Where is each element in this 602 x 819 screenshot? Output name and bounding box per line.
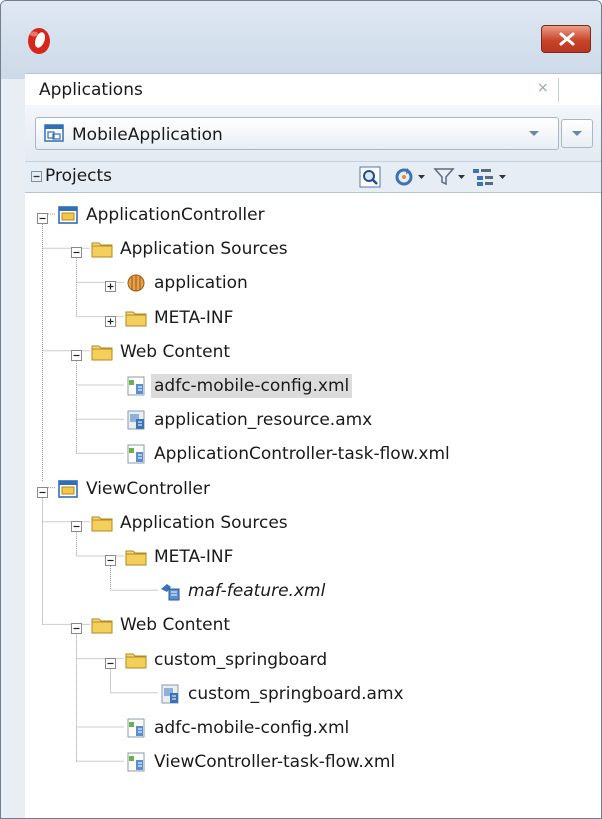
collapse-icon[interactable] xyxy=(71,619,82,635)
tree-node-label: ViewController-task-flow.xml xyxy=(154,752,396,773)
working-set-icon[interactable] xyxy=(471,166,511,188)
folder-icon xyxy=(125,547,147,567)
tree-node[interactable]: Web Content xyxy=(25,338,601,368)
tree-node-label: Application Sources xyxy=(120,239,288,260)
tree-node[interactable]: ApplicationController-task-flow.xml xyxy=(25,440,601,470)
collapse-icon[interactable] xyxy=(105,551,116,566)
find-icon[interactable] xyxy=(359,166,381,188)
applications-window: Applications × MobileApplication Project… xyxy=(0,0,602,819)
tree-node-label: ApplicationController xyxy=(86,205,265,225)
oracle-logo-icon xyxy=(28,28,50,54)
tree-node-label: custom_springboard xyxy=(154,649,328,670)
application-dropdown[interactable]: MobileApplication xyxy=(35,117,559,150)
application-name: MobileApplication xyxy=(72,125,223,145)
application-menu-button[interactable] xyxy=(561,119,593,148)
folder-icon xyxy=(91,513,113,533)
collapse-icon[interactable] xyxy=(37,209,48,224)
tree-node-label: META-INF xyxy=(154,547,234,567)
tree-node-label: adfc-mobile-config.xml xyxy=(151,374,353,398)
tree-node[interactable]: Web Content xyxy=(25,611,601,641)
expand-icon[interactable] xyxy=(105,277,116,293)
feature-file-icon xyxy=(159,581,181,601)
folder-icon xyxy=(91,615,113,635)
package-icon xyxy=(125,273,147,293)
filter-icon[interactable] xyxy=(433,166,469,188)
amx-file-icon xyxy=(125,410,147,430)
folder-icon xyxy=(91,239,113,259)
tree-node[interactable]: maf-feature.xml xyxy=(25,577,601,607)
tree-node[interactable]: META-INF xyxy=(25,543,601,573)
tree-node-label: ViewController xyxy=(86,478,210,499)
tree-node[interactable]: adfc-mobile-config.xml xyxy=(25,372,601,402)
collapse-panel-icon[interactable] xyxy=(31,171,42,182)
projects-label: Projects xyxy=(45,166,113,186)
tree-node[interactable]: Application Sources xyxy=(25,235,601,265)
applications-tab[interactable]: Applications × xyxy=(25,73,601,106)
tree-node-label: custom_springboard.amx xyxy=(188,683,404,704)
projects-header: Projects xyxy=(25,161,601,193)
folder-icon xyxy=(125,308,147,328)
tree-node[interactable]: application xyxy=(25,269,601,299)
sync-icon[interactable] xyxy=(393,166,429,188)
tree-node-label: META-INF xyxy=(154,307,234,328)
project-icon xyxy=(57,479,79,499)
close-window-button[interactable] xyxy=(541,25,591,53)
tab-label: Applications xyxy=(39,80,143,100)
collapse-icon[interactable] xyxy=(37,483,48,498)
collapse-icon[interactable] xyxy=(71,517,82,532)
tab-close-icon[interactable]: × xyxy=(537,80,549,96)
tree-node-label: adfc-mobile-config.xml xyxy=(154,718,350,738)
tree-node[interactable]: application_resource.amx xyxy=(25,406,601,436)
application-selector-row: MobileApplication xyxy=(25,105,601,161)
project-tree: ApplicationController Application Sources… xyxy=(25,193,601,818)
chevron-down-icon xyxy=(572,131,582,136)
chevron-down-icon xyxy=(529,131,539,136)
xml-file-icon xyxy=(125,752,147,772)
folder-icon xyxy=(125,650,147,670)
tree-node[interactable]: Application Sources xyxy=(25,509,601,539)
tree-node[interactable]: custom_springboard.amx xyxy=(25,680,601,710)
close-icon xyxy=(559,32,575,46)
application-icon xyxy=(44,124,64,142)
tree-node-label: Application Sources xyxy=(120,512,288,533)
collapse-icon[interactable] xyxy=(71,243,82,259)
tree-node[interactable]: adfc-mobile-config.xml xyxy=(25,714,601,744)
tree-node[interactable]: ViewController xyxy=(25,475,601,505)
tree-node[interactable]: ViewController-task-flow.xml xyxy=(25,748,601,778)
collapse-icon[interactable] xyxy=(105,654,116,669)
xml-file-icon xyxy=(125,444,147,464)
tree-node-label: ApplicationController-task-flow.xml xyxy=(154,444,450,465)
tree-node-label: Web Content xyxy=(120,615,231,636)
tree-node-label: application_resource.amx xyxy=(154,410,373,431)
project-icon xyxy=(57,205,79,225)
tree-node-label: application xyxy=(154,273,248,294)
tree-node-label: maf-feature.xml xyxy=(188,581,326,602)
expand-icon[interactable] xyxy=(105,312,116,327)
xml-file-icon xyxy=(125,376,147,396)
amx-file-icon xyxy=(159,684,181,704)
tree-node[interactable]: META-INF xyxy=(25,304,601,334)
folder-icon xyxy=(91,342,113,362)
tree-node-label: Web Content xyxy=(120,341,231,362)
title-bar xyxy=(1,1,601,79)
xml-file-icon xyxy=(125,718,147,738)
tree-node[interactable]: custom_springboard xyxy=(25,646,601,676)
tree-node[interactable]: ApplicationController xyxy=(25,201,601,231)
tab-separator xyxy=(558,78,559,102)
collapse-icon[interactable] xyxy=(71,346,82,361)
